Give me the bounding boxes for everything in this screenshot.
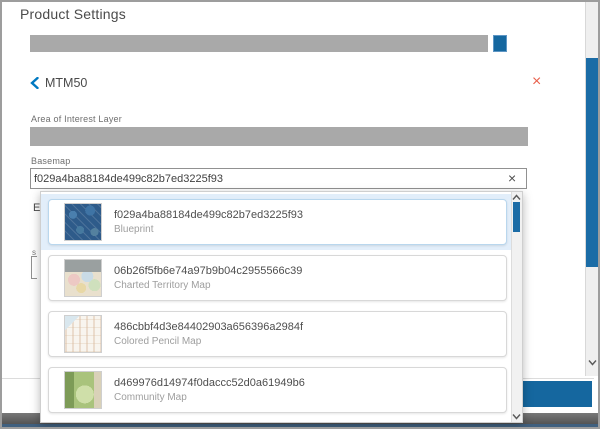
basemap-input[interactable] [30, 168, 527, 189]
basemap-thumbnail-charted-territory [64, 259, 102, 297]
product-settings-dialog: Product Settings MTM50 × Area of Interes… [0, 0, 600, 429]
basemap-option-colored-pencil[interactable]: 486cbbf4d3e84402903a656396a2984f Colored… [41, 306, 513, 362]
dropdown-scroll-down-icon[interactable] [512, 413, 521, 420]
basemap-option-id: d469976d14974f0daccc52d0a61949b6 [114, 377, 305, 389]
basemap-option-id: f029a4ba88184de499c82b7ed3225f93 [114, 209, 303, 221]
area-of-interest-label: Area of Interest Layer [31, 114, 122, 124]
basemap-label: Basemap [31, 156, 70, 166]
basemap-option-community[interactable]: d469976d14974f0daccc52d0a61949b6 Communi… [41, 362, 513, 418]
dropdown-scrollbar-thumb[interactable] [513, 202, 520, 232]
basemap-option-title: Colored Pencil Map [114, 336, 303, 347]
window-scrollbar-thumb[interactable] [586, 58, 598, 267]
basemap-thumbnail-blueprint [64, 203, 102, 241]
basemap-option-title: Blueprint [114, 224, 303, 235]
basemap-option-partial[interactable] [41, 418, 513, 423]
basemap-option-id: 06b26f5fb6e74a97b9b04c2955566c39 [114, 265, 302, 277]
basemap-option-list: f029a4ba88184de499c82b7ed3225f93 Bluepri… [41, 194, 513, 423]
basemap-option-title: Charted Territory Map [114, 280, 302, 291]
background-app-strip-edge [2, 424, 598, 427]
basemap-thumbnail-community [64, 371, 102, 409]
clear-input-icon[interactable]: × [508, 169, 516, 187]
dropdown-scrollbar-track[interactable] [511, 192, 522, 422]
back-link[interactable]: MTM50 [30, 76, 87, 90]
basemap-dropdown: f029a4ba88184de499c82b7ed3225f93 Bluepri… [40, 191, 523, 423]
close-icon[interactable]: × [532, 74, 541, 90]
basemap-option-charted-territory[interactable]: 06b26f5fb6e74a97b9b04c2955566c39 Charted… [41, 250, 513, 306]
chevron-left-icon [30, 77, 39, 89]
basemap-option-id: 486cbbf4d3e84402903a656396a2984f [114, 321, 303, 333]
page-title: Product Settings [20, 6, 126, 22]
redacted-toolbar-placeholder [30, 35, 488, 52]
basemap-option-title: Community Map [114, 392, 305, 403]
accent-square [493, 35, 507, 52]
back-link-label: MTM50 [45, 76, 87, 90]
scrollbar-down-arrow-icon[interactable] [588, 359, 597, 366]
area-of-interest-input-redacted[interactable] [30, 127, 528, 146]
basemap-thumbnail-colored-pencil [64, 315, 102, 353]
hidden-input-edge [31, 256, 37, 279]
dropdown-scroll-up-icon[interactable] [512, 194, 521, 201]
basemap-option-blueprint[interactable]: f029a4ba88184de499c82b7ed3225f93 Bluepri… [41, 194, 513, 250]
